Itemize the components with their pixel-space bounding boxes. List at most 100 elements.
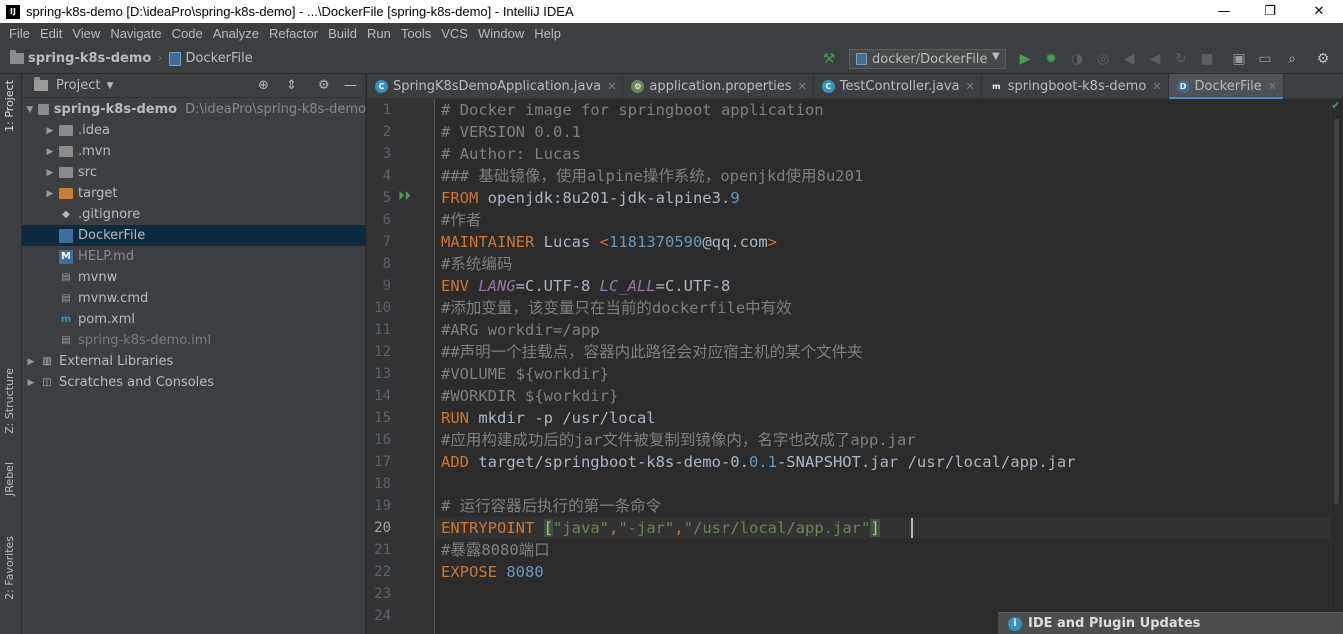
debug-icon[interactable]: ✹ <box>1042 50 1060 68</box>
tree-item[interactable]: ▶ target <box>22 183 366 204</box>
tool-tab-project[interactable]: 1: Project <box>3 80 16 132</box>
jrebel-debug-icon[interactable]: ◀ <box>1146 50 1164 68</box>
tree-item[interactable]: ▼ spring-k8s-demo D:\ideaPro\spring-k8s-de… <box>22 99 366 120</box>
file-type-icon: C <box>821 80 835 93</box>
line-number: 13 <box>374 366 391 382</box>
menu-window[interactable]: Window <box>473 26 529 41</box>
file-type-icon: C <box>375 80 388 93</box>
search-icon[interactable]: ⌕ <box>1283 50 1301 68</box>
breadcrumb-project-label: spring-k8s-demo <box>28 51 152 66</box>
jrebel-update-icon[interactable]: ↻ <box>1172 50 1190 68</box>
close-tab-icon[interactable]: ✕ <box>1152 80 1161 93</box>
menu-edit[interactable]: Edit <box>35 26 67 41</box>
editor-tab[interactable]: m springboot-k8s-demo ✕ <box>982 74 1169 99</box>
tree-item[interactable]: ▤ spring-k8s-demo.iml <box>22 330 366 351</box>
project-view-label[interactable]: Project <box>56 78 100 93</box>
code-token: "java" <box>553 519 609 537</box>
menu-vcs[interactable]: VCS <box>436 26 473 41</box>
run-gutter-icon[interactable]: ⏵⏵ <box>398 189 411 204</box>
stop-icon[interactable]: ■ <box>1198 50 1216 68</box>
menu-code[interactable]: Code <box>167 26 208 41</box>
settings-gear-icon[interactable]: ⚙ <box>318 78 330 93</box>
scrollbar-thumb[interactable] <box>1334 119 1339 504</box>
menu-navigate[interactable]: Navigate <box>105 26 166 41</box>
editor-tab[interactable]: C TestController.java ✕ <box>814 74 982 99</box>
collapse-all-icon[interactable]: ⇕ <box>286 78 297 93</box>
code-token: , <box>609 519 619 537</box>
editor-tab[interactable]: C SpringK8sDemoApplication.java ✕ <box>367 74 624 99</box>
maximize-button[interactable]: ❐ <box>1247 0 1293 23</box>
menu-refactor[interactable]: Refactor <box>264 26 323 41</box>
run-configuration-select[interactable]: docker/DockerFile ▼ <box>849 49 1006 69</box>
line-number: 24 <box>374 608 391 624</box>
tree-item[interactable]: ▶ .idea <box>22 120 366 141</box>
menu-help[interactable]: Help <box>529 26 566 41</box>
tree-item[interactable]: ▶ ◫ Scratches and Consoles <box>22 372 366 393</box>
update-notification[interactable]: i IDE and Plugin Updates <box>998 612 1343 634</box>
tree-item[interactable]: ▶ src <box>22 162 366 183</box>
run-icon[interactable]: ▶ <box>1016 50 1034 68</box>
code-token: # VERSION 0.0.1 <box>441 123 581 141</box>
close-tab-icon[interactable]: ✕ <box>966 80 975 93</box>
menu-build[interactable]: Build <box>323 26 362 41</box>
code-line: RUN mkdir -p /usr/local <box>441 407 656 429</box>
coverage-icon[interactable]: ◑ <box>1068 50 1086 68</box>
editor-tab[interactable]: D DockerFile ✕ <box>1168 74 1285 100</box>
code-token: #添加变量，该变量只在当前的dockerfile中有效 <box>441 299 792 317</box>
close-tab-icon[interactable]: ✕ <box>607 80 616 93</box>
run-configuration-label: docker/DockerFile <box>872 51 988 67</box>
tree-item[interactable]: ▤ mvnw.cmd <box>22 288 366 309</box>
profile-icon[interactable]: ◎ <box>1094 50 1112 68</box>
menu-view[interactable]: View <box>67 26 105 41</box>
tree-item[interactable]: ▶ .mvn <box>22 141 366 162</box>
code-editor[interactable]: # Docker image for springboot applicatio… <box>436 99 1330 634</box>
chevron-down-icon[interactable]: ▼ <box>106 81 113 91</box>
jrebel-run-icon[interactable]: ◀ <box>1120 50 1138 68</box>
breadcrumb-file[interactable]: DockerFile <box>168 51 253 66</box>
settings-icon[interactable]: ⚙ <box>1314 50 1332 68</box>
lib-icon: ▥ <box>42 356 52 367</box>
project-structure-icon[interactable]: ▣ <box>1230 50 1248 68</box>
tree-item[interactable]: m pom.xml <box>22 309 366 330</box>
code-token: ENTRYPOINT <box>441 519 544 537</box>
menu-run[interactable]: Run <box>362 26 396 41</box>
line-number: 6 <box>382 212 391 228</box>
code-token: # Author: Lucas <box>441 145 581 163</box>
chevron-right-icon[interactable]: ▶ <box>44 168 56 178</box>
tool-tab-structure[interactable]: Z: Structure <box>3 368 16 434</box>
line-number: 14 <box>374 388 391 404</box>
code-token: LC_ALL <box>599 277 656 295</box>
code-line: # 运行容器后执行的第一条命令 <box>441 495 661 517</box>
root-icon <box>37 104 49 115</box>
editor-scroll-strip[interactable]: ✔ <box>1330 99 1343 634</box>
tree-item[interactable]: ◆ .gitignore <box>22 204 366 225</box>
code-token: #暴露8080端口 <box>441 541 550 559</box>
tree-item-label: spring-k8s-demo <box>53 102 178 117</box>
chevron-right-icon[interactable]: ▶ <box>25 378 37 388</box>
menu-analyze[interactable]: Analyze <box>208 26 264 41</box>
build-hammer-icon[interactable]: ⚒ <box>820 50 838 68</box>
tree-item[interactable]: ▶ ▥ External Libraries <box>22 351 366 372</box>
chevron-right-icon[interactable]: ▶ <box>25 357 37 367</box>
tree-item[interactable]: M HELP.md <box>22 246 366 267</box>
breadcrumb-project[interactable]: spring-k8s-demo <box>10 50 152 66</box>
minimize-button[interactable]: — <box>1201 0 1247 23</box>
editor-tab[interactable]: ⚙ application.properties ✕ <box>623 74 814 99</box>
close-tab-icon[interactable]: ✕ <box>798 80 807 93</box>
close-window-button[interactable]: ✕ <box>1296 0 1342 23</box>
chevron-right-icon[interactable]: ▶ <box>44 147 56 157</box>
locate-file-icon[interactable]: ⊕ <box>258 78 269 93</box>
chevron-right-icon[interactable]: ▶ <box>44 189 56 199</box>
tool-tab-favorites[interactable]: 2: Favorites <box>3 536 16 600</box>
terminal-icon[interactable]: ▭ <box>1256 50 1274 68</box>
tool-tab-jrebel[interactable]: JRebel <box>3 462 16 496</box>
line-number: 19 <box>374 498 391 514</box>
menu-file[interactable]: File <box>4 26 35 41</box>
close-tab-icon[interactable]: ✕ <box>1268 80 1277 93</box>
tree-item[interactable]: DockerFile <box>22 225 366 246</box>
hide-panel-icon[interactable]: — <box>344 78 357 93</box>
tree-item[interactable]: ▤ mvnw <box>22 267 366 288</box>
chevron-right-icon[interactable]: ▶ <box>44 126 56 136</box>
menu-tools[interactable]: Tools <box>396 26 436 41</box>
chevron-down-icon[interactable]: ▼ <box>25 105 35 115</box>
